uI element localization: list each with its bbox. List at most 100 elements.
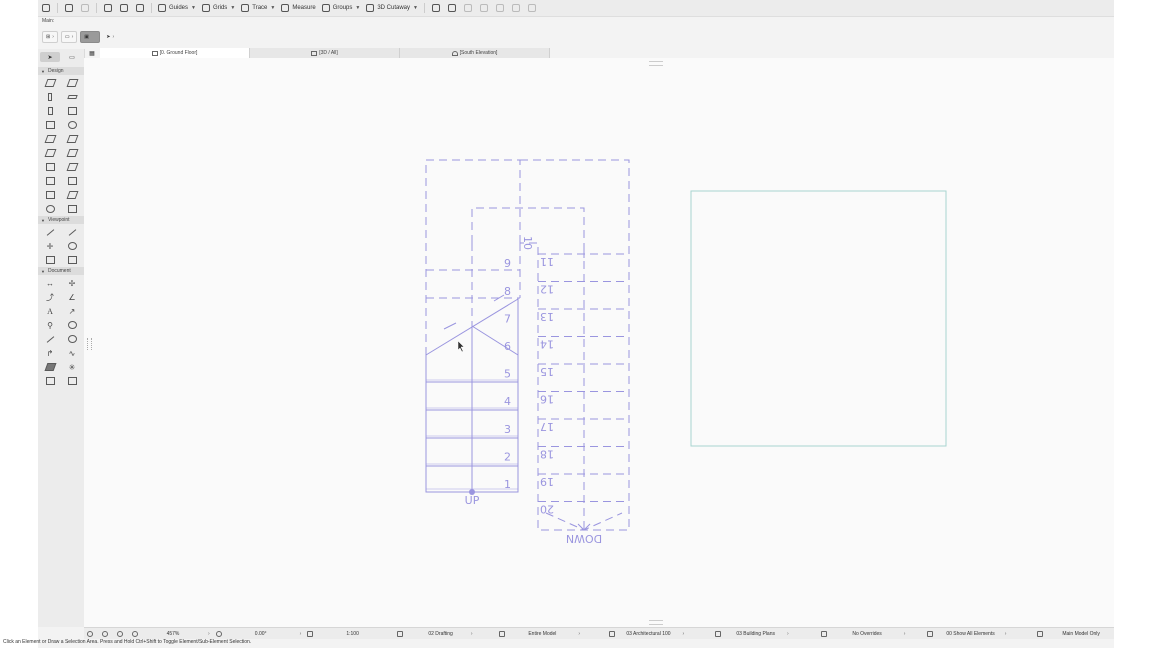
angle-field[interactable]: 0.00°: [228, 631, 294, 637]
figure-tool[interactable]: [61, 320, 83, 330]
section-tool[interactable]: [39, 227, 61, 237]
model-only-selector[interactable]: Main Model Only: [1034, 630, 1103, 637]
object-tool[interactable]: [39, 120, 61, 130]
angle-dimension-tool[interactable]: ∠: [61, 292, 83, 302]
door-tool[interactable]: [39, 106, 61, 116]
mesh-tool[interactable]: [61, 176, 83, 186]
radial-dimension-tool[interactable]: ⤴: [39, 292, 61, 302]
geometry-method-selector[interactable]: ▭ ›: [60, 31, 78, 43]
beam-tool[interactable]: [61, 92, 83, 102]
scale-selector[interactable]: 1:100: [304, 630, 394, 637]
undo-icon[interactable]: [61, 1, 77, 15]
groups-button[interactable]: Groups ▼: [319, 1, 364, 15]
intersect-icon[interactable]: [428, 1, 444, 15]
layer-selector[interactable]: ⊞ ›: [42, 31, 58, 43]
worksheet-tool[interactable]: [61, 241, 83, 251]
redo-icon[interactable]: [77, 1, 93, 15]
level-dimension-tool[interactable]: ✢: [61, 278, 83, 288]
roof-tool[interactable]: [39, 134, 61, 144]
view-set-selector[interactable]: 03 Building Plans ›: [712, 630, 818, 637]
corner-window-tool[interactable]: [61, 190, 83, 200]
wall-tool[interactable]: [39, 78, 61, 88]
curtain-wall-tool[interactable]: [39, 162, 61, 172]
slab-tool[interactable]: [61, 78, 83, 88]
circle-tool[interactable]: [61, 334, 83, 344]
skylight-tool[interactable]: [39, 190, 61, 200]
toolbar-divider: [423, 3, 425, 13]
redo-view-button[interactable]: [99, 630, 114, 637]
cutaway-icon: [366, 4, 375, 12]
section-viewpoint[interactable]: ▼ Viewpoint: [38, 216, 84, 224]
hotspot-tool[interactable]: ✳: [61, 362, 83, 372]
interior-elevation-tool[interactable]: ✛: [39, 241, 61, 251]
column-tool[interactable]: [39, 92, 61, 102]
zone-stamp-tool[interactable]: ⚲: [39, 320, 61, 330]
marquee-tool[interactable]: ▭: [62, 52, 82, 62]
elevation-tool[interactable]: [61, 227, 83, 237]
wall-end-tool[interactable]: [61, 204, 83, 214]
pen-set-selector[interactable]: 02 Drafting ›: [394, 630, 496, 637]
tab-3d-all[interactable]: [3D / All]: [250, 48, 400, 58]
change-tool[interactable]: [61, 376, 83, 386]
fill-tool[interactable]: [39, 362, 61, 372]
window-tool[interactable]: [61, 106, 83, 116]
status-bar: 457% › 0.00° › 1:100 02 Drafting › Entire…: [84, 627, 1114, 639]
shell-tool[interactable]: [61, 134, 83, 144]
toolbox-resize-handle[interactable]: [87, 338, 92, 350]
stair-element[interactable]: 1234567891011121314151617181920UPDOWN: [425, 159, 630, 545]
camera-tool[interactable]: [61, 255, 83, 265]
home-icon[interactable]: [38, 1, 54, 15]
grids-button[interactable]: Grids ▼: [199, 1, 238, 15]
zoom-out-button[interactable]: [129, 630, 144, 637]
lock-icon[interactable]: [524, 1, 540, 15]
drawing-canvas[interactable]: 1 2 3 4 5 6 7 8 9 10 11 12 13 14 15 16 17 18 19 20 UP DOWN: [84, 58, 1114, 627]
show-elements-selector[interactable]: 00 Show All Elements ›: [924, 630, 1034, 637]
selected-rectangle[interactable]: [690, 190, 947, 447]
arrow-tool[interactable]: ➤: [40, 52, 60, 62]
label-tool[interactable]: ↗: [61, 306, 83, 316]
rotate-view-button[interactable]: [213, 630, 228, 637]
railing-tool[interactable]: [61, 148, 83, 158]
line-tool[interactable]: [39, 334, 61, 344]
layer-combination-selector[interactable]: 03 Architectural 100 ›: [606, 630, 712, 637]
zoom-in-button[interactable]: [114, 630, 129, 637]
section-document[interactable]: ▼ Document: [38, 267, 84, 275]
section-design[interactable]: ▼ Design: [38, 67, 84, 75]
morph-tool[interactable]: [61, 162, 83, 172]
lamp-tool[interactable]: [61, 120, 83, 130]
polyline-tool[interactable]: ↱: [39, 348, 61, 358]
overrides-selector[interactable]: No Overrides ›: [818, 630, 924, 637]
text-icon: A: [47, 306, 53, 316]
navigator-button[interactable]: ▦: [86, 48, 98, 58]
zoom-menu[interactable]: ›: [202, 631, 213, 637]
model-view-selector[interactable]: Entire Model ›: [496, 630, 606, 637]
dimension-tool[interactable]: ↔: [39, 278, 61, 288]
stair-tool[interactable]: [39, 148, 61, 158]
chevron-down-icon: ▼: [413, 5, 418, 11]
angle-menu[interactable]: ›: [294, 631, 305, 637]
cutaway-button[interactable]: 3D Cutaway ▼: [363, 1, 421, 15]
trim-icon[interactable]: [476, 1, 492, 15]
syringe-icon[interactable]: [132, 1, 148, 15]
text-tool[interactable]: A: [39, 306, 61, 316]
eyedropper-icon[interactable]: [116, 1, 132, 15]
undo-view-button[interactable]: [84, 630, 99, 637]
fillet-icon[interactable]: [492, 1, 508, 15]
zoom-field[interactable]: 457%: [144, 631, 202, 637]
opening-tool[interactable]: [39, 204, 61, 214]
marquee-toggle[interactable]: ▣: [80, 31, 101, 43]
adjust-icon[interactable]: [460, 1, 476, 15]
measure-button[interactable]: Measure: [278, 1, 318, 15]
split-icon[interactable]: [508, 1, 524, 15]
tab-ground-floor[interactable]: [0. Ground Floor]: [100, 48, 250, 58]
spline-tool[interactable]: ∿: [61, 348, 83, 358]
drawing-tool[interactable]: [39, 376, 61, 386]
detail-tool[interactable]: [39, 255, 61, 265]
magic-wand-icon[interactable]: [444, 1, 460, 15]
tab-south-elevation[interactable]: [South Elevation]: [400, 48, 550, 58]
trace-button[interactable]: Trace ▼: [238, 1, 278, 15]
arrow-selection-button[interactable]: ➤ ›: [103, 32, 117, 42]
guides-button[interactable]: Guides ▼: [155, 1, 199, 15]
find-select-icon[interactable]: [100, 1, 116, 15]
zone-tool[interactable]: [39, 176, 61, 186]
